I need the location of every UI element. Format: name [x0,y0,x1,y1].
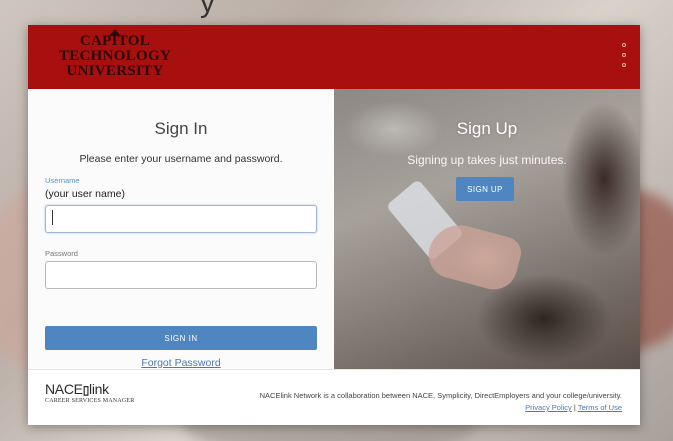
footer-separator: | [573,403,576,412]
login-card: CAPITOL TECHNOLOGY UNIVERSITY Sign In Pl… [28,25,640,425]
password-label: Password [45,249,78,258]
university-logo: CAPITOL TECHNOLOGY UNIVERSITY [40,27,190,79]
signup-panel: Sign Up Signing up takes just minutes. S… [334,89,640,369]
nacelink-logo: NACE▯link CAREER SERVICES MANAGER [45,381,134,404]
forgot-password-link[interactable]: Forgot Password [28,357,334,369]
username-label: Username [45,176,80,185]
header-bar: CAPITOL TECHNOLOGY UNIVERSITY [28,25,640,89]
signin-instructions: Please enter your username and password. [79,153,283,165]
signin-title: Sign In [154,119,208,138]
text-caret [52,210,53,225]
terms-of-use-link[interactable]: Terms of Use [578,403,622,412]
username-input[interactable] [45,205,317,233]
signup-subtitle: Signing up takes just minutes. [407,153,567,167]
nacelink-tagline: CAREER SERVICES MANAGER [45,398,135,404]
logo-line-1: CAPITOL [79,33,151,49]
nacelink-brand: NACE▯link [45,381,109,397]
signup-title: Sign Up [456,119,518,138]
logo-line-2: TECHNOLOGY [58,48,172,64]
footer-description: NACElink Network is a collaboration betw… [259,391,622,400]
sign-up-button[interactable]: SIGN UP [456,177,514,201]
background-heading: y [200,0,216,19]
username-hint: (your user name) [45,188,125,200]
footer-text: NACElink Network is a collaboration betw… [260,390,622,414]
sign-in-button[interactable]: SIGN IN [45,326,317,350]
signin-panel: Sign In Please enter your username and p… [28,89,334,369]
footer: NACE▯link CAREER SERVICES MANAGER NACEli… [28,369,640,425]
logo-peak-icon [109,29,121,36]
logo-line-3: UNIVERSITY [66,63,164,79]
vertical-dots-icon[interactable] [620,43,628,67]
password-input[interactable] [45,261,317,289]
privacy-policy-link[interactable]: Privacy Policy [525,403,572,412]
